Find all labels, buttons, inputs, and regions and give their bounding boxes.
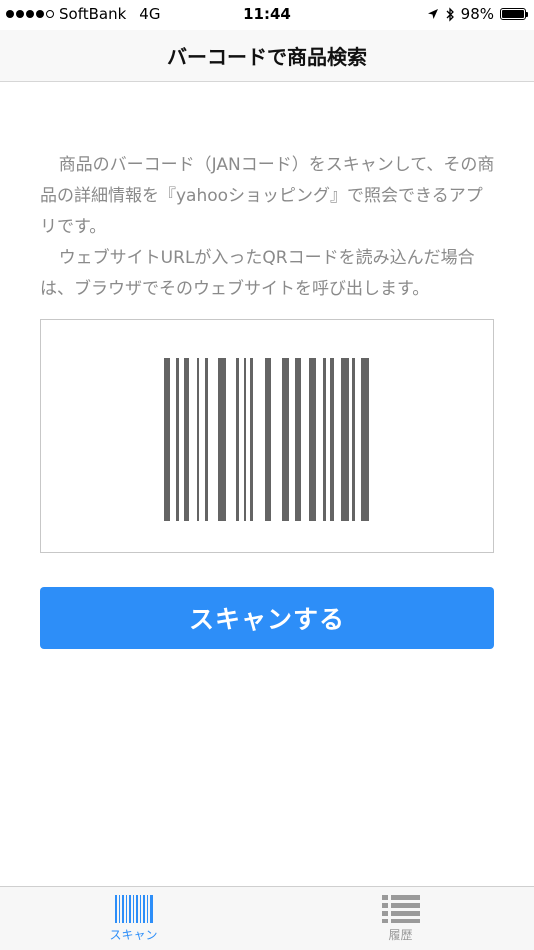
description-paragraph-1: 商品のバーコード（JANコード）をスキャンして、その商品の詳細情報を『yahoo…	[40, 155, 495, 237]
status-bar: SoftBank 4G 11:44 98%	[0, 0, 534, 30]
barcode-preview	[40, 319, 494, 553]
battery-percent: 98%	[460, 5, 494, 23]
navigation-bar: バーコードで商品検索	[0, 30, 534, 82]
app-screen: SoftBank 4G 11:44 98% バーコードで商品検索 商品のバーコー…	[0, 0, 534, 950]
scan-button[interactable]: スキャンする	[40, 587, 494, 649]
app-description: 商品のバーコード（JANコード）をスキャンして、その商品の詳細情報を『yahoo…	[40, 150, 496, 305]
status-right: 98%	[427, 5, 528, 23]
tab-bar: スキャン 履歴	[0, 886, 534, 950]
page-title: バーコードで商品検索	[167, 45, 367, 69]
list-icon	[381, 895, 420, 923]
tab-label-history: 履歴	[388, 928, 413, 942]
location-arrow-icon	[427, 9, 438, 19]
bluetooth-icon	[446, 6, 454, 22]
tab-scan[interactable]: スキャン	[0, 887, 267, 950]
description-paragraph-2: ウェブサイトURLが入ったQRコードを読み込んだ場合は、ブラウザでそのウェブサイ…	[40, 248, 475, 299]
tab-history[interactable]: 履歴	[267, 887, 534, 950]
barcode-icon	[164, 358, 369, 521]
barcode-icon	[114, 895, 153, 923]
battery-icon	[500, 8, 528, 20]
tab-label-scan: スキャン	[109, 928, 158, 942]
